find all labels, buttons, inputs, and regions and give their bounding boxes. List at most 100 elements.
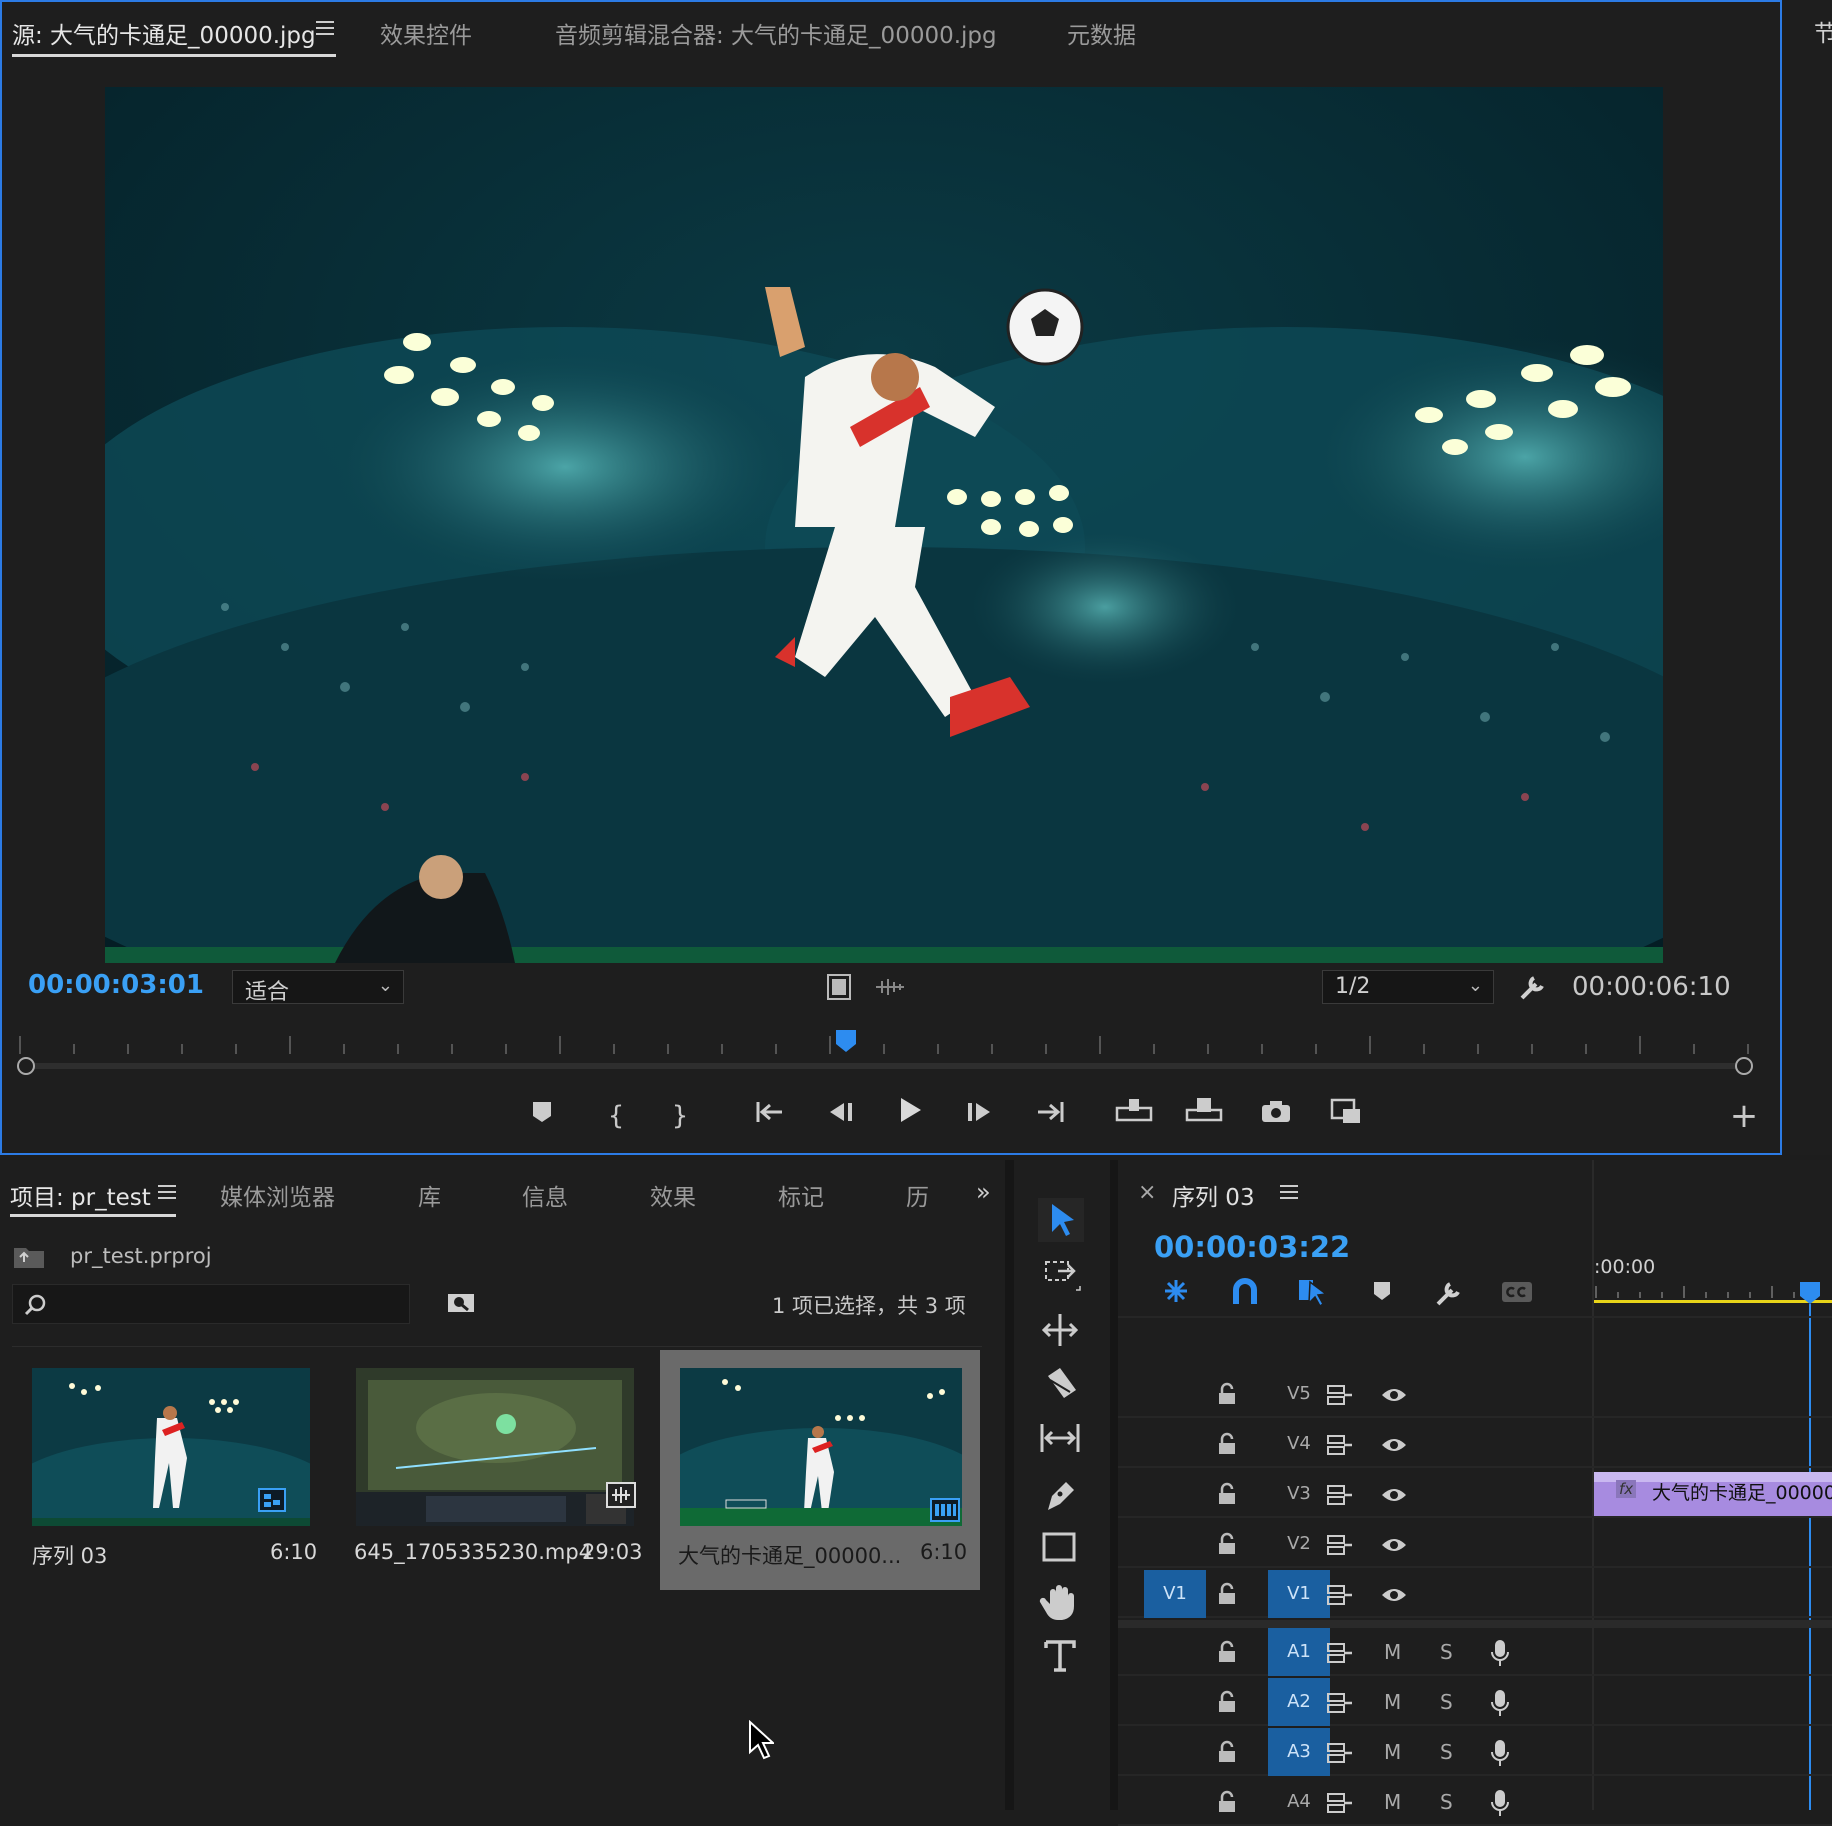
project-item-sequence-03[interactable]: 序列 03 6:10 xyxy=(12,1350,318,1590)
sync-lock-icon[interactable] xyxy=(1326,1484,1354,1506)
type-tool-icon[interactable] xyxy=(1036,1632,1086,1680)
track-label[interactable]: V2 xyxy=(1268,1532,1330,1556)
track-label[interactable]: A4 xyxy=(1268,1790,1330,1814)
mute-button[interactable]: M xyxy=(1384,1690,1401,1714)
rectangle-tool-icon[interactable] xyxy=(1036,1524,1086,1572)
eye-icon[interactable] xyxy=(1380,1386,1408,1404)
track-row-v5[interactable]: V5 xyxy=(1118,1370,1832,1418)
source-time-ruler[interactable] xyxy=(14,1034,1754,1058)
captions-icon[interactable] xyxy=(1500,1280,1534,1308)
lock-icon[interactable] xyxy=(1216,1432,1238,1456)
track-label[interactable]: V3 xyxy=(1268,1482,1330,1506)
panel-menu-icon[interactable] xyxy=(158,1184,178,1200)
timeline-ruler[interactable] xyxy=(1594,1284,1832,1318)
sync-lock-icon[interactable] xyxy=(1326,1584,1354,1606)
snap-magnet-icon[interactable] xyxy=(1230,1276,1260,1310)
microphone-icon[interactable] xyxy=(1490,1688,1510,1718)
tab-libraries[interactable]: 库 xyxy=(418,1178,441,1212)
add-marker-icon[interactable] xyxy=(1372,1280,1392,1306)
playback-resolution-select[interactable]: 1/2 ⌄ xyxy=(1322,970,1494,1004)
track-label[interactable]: V5 xyxy=(1268,1382,1330,1406)
button-editor-icon[interactable] xyxy=(1326,1096,1366,1136)
close-icon[interactable]: × xyxy=(1138,1180,1156,1205)
solo-button[interactable]: S xyxy=(1440,1740,1453,1764)
selection-tool-icon[interactable] xyxy=(1036,1196,1086,1244)
mark-in-icon[interactable]: { xyxy=(596,1096,636,1136)
solo-button[interactable]: S xyxy=(1440,1640,1453,1664)
track-row-v2[interactable]: V2 xyxy=(1118,1520,1832,1568)
mute-button[interactable]: M xyxy=(1384,1640,1401,1664)
add-button-icon[interactable]: + xyxy=(1724,1096,1764,1136)
track-row-a1[interactable]: A1 M S xyxy=(1118,1628,1832,1676)
step-forward-icon[interactable] xyxy=(960,1096,1000,1136)
add-marker-icon[interactable] xyxy=(522,1096,562,1136)
lock-icon[interactable] xyxy=(1216,1790,1238,1814)
track-row-a4[interactable]: A4 M S xyxy=(1118,1778,1832,1826)
sync-lock-icon[interactable] xyxy=(1326,1692,1354,1714)
tab-effect-controls[interactable]: 效果控件 xyxy=(380,16,472,50)
ripple-edit-tool-icon[interactable] xyxy=(1036,1306,1086,1354)
tab-metadata[interactable]: 元数据 xyxy=(1067,16,1136,50)
eye-icon[interactable] xyxy=(1380,1536,1408,1554)
double-chevron-right-icon[interactable]: » xyxy=(976,1178,991,1206)
lock-icon[interactable] xyxy=(1216,1740,1238,1764)
tab-markers[interactable]: 标记 xyxy=(778,1178,824,1212)
eye-icon[interactable] xyxy=(1380,1436,1408,1454)
microphone-icon[interactable] xyxy=(1490,1638,1510,1668)
mark-out-icon[interactable]: } xyxy=(660,1096,700,1136)
track-label[interactable]: V4 xyxy=(1268,1432,1330,1456)
folder-up-icon[interactable] xyxy=(12,1242,46,1274)
lock-icon[interactable] xyxy=(1216,1582,1238,1606)
video-audio-divider[interactable] xyxy=(1118,1620,1832,1628)
tab-audio-clip-mixer[interactable]: 音频剪辑混合器: 大气的卡通足_00000.jpg xyxy=(555,16,997,50)
slip-tool-icon[interactable] xyxy=(1036,1414,1086,1462)
tab-history[interactable]: 历 xyxy=(906,1178,929,1212)
solo-button[interactable]: S xyxy=(1440,1790,1453,1814)
sync-lock-icon[interactable] xyxy=(1326,1434,1354,1456)
panel-menu-icon[interactable] xyxy=(316,20,336,36)
source-current-timecode[interactable]: 00:00:03:01 xyxy=(28,970,204,1000)
lock-icon[interactable] xyxy=(1216,1482,1238,1506)
search-input[interactable] xyxy=(12,1284,410,1324)
source-zoom-scrollbar[interactable] xyxy=(16,1056,1756,1076)
sequence-tab[interactable]: 序列 03 xyxy=(1172,1178,1255,1212)
sync-lock-icon[interactable] xyxy=(1326,1792,1354,1814)
linked-selection-icon[interactable] xyxy=(1296,1276,1330,1310)
lock-icon[interactable] xyxy=(1216,1640,1238,1664)
tab-source[interactable]: 源: 大气的卡通足_00000.jpg xyxy=(12,16,316,50)
go-to-in-icon[interactable] xyxy=(750,1096,790,1136)
razor-tool-icon[interactable] xyxy=(1036,1360,1086,1408)
source-patch-v1[interactable]: V1 xyxy=(1144,1570,1206,1618)
play-button[interactable] xyxy=(890,1096,930,1136)
panel-menu-icon[interactable] xyxy=(1280,1184,1300,1200)
mute-button[interactable]: M xyxy=(1384,1790,1401,1814)
timeline-clip[interactable]: fx 大气的卡通足_00000 xyxy=(1594,1472,1832,1516)
lock-icon[interactable] xyxy=(1216,1532,1238,1556)
hand-tool-icon[interactable] xyxy=(1036,1578,1086,1626)
project-item-image[interactable]: 大气的卡通足_00000... 6:10 xyxy=(660,1350,980,1590)
track-label[interactable]: A1 xyxy=(1268,1628,1330,1676)
mute-button[interactable]: M xyxy=(1384,1740,1401,1764)
lock-icon[interactable] xyxy=(1216,1690,1238,1714)
sync-lock-icon[interactable] xyxy=(1326,1742,1354,1764)
eye-icon[interactable] xyxy=(1380,1586,1408,1604)
pen-tool-icon[interactable] xyxy=(1036,1470,1086,1518)
eye-icon[interactable] xyxy=(1380,1486,1408,1504)
track-select-tool-icon[interactable] xyxy=(1036,1252,1086,1300)
tab-effects[interactable]: 效果 xyxy=(650,1178,696,1212)
program-tab-edge[interactable]: 节 xyxy=(1814,14,1832,48)
track-row-v4[interactable]: V4 xyxy=(1118,1420,1832,1468)
camera-icon[interactable] xyxy=(1256,1096,1296,1136)
zoom-level-select[interactable]: 适合 ⌄ xyxy=(232,970,404,1005)
work-area-bar[interactable] xyxy=(1594,1300,1832,1303)
timeline-timecode[interactable]: 00:00:03:22 xyxy=(1154,1230,1350,1264)
tab-media-browser[interactable]: 媒体浏览器 xyxy=(220,1178,335,1212)
sync-lock-icon[interactable] xyxy=(1326,1642,1354,1664)
sync-lock-icon[interactable] xyxy=(1326,1384,1354,1406)
sync-lock-icon[interactable] xyxy=(1326,1534,1354,1556)
wrench-icon[interactable] xyxy=(1518,972,1548,1006)
find-icon[interactable] xyxy=(446,1290,476,1320)
track-row-v1[interactable]: V1 V1 xyxy=(1118,1570,1832,1618)
go-to-out-icon[interactable] xyxy=(1030,1096,1070,1136)
track-label[interactable]: A2 xyxy=(1268,1678,1330,1726)
